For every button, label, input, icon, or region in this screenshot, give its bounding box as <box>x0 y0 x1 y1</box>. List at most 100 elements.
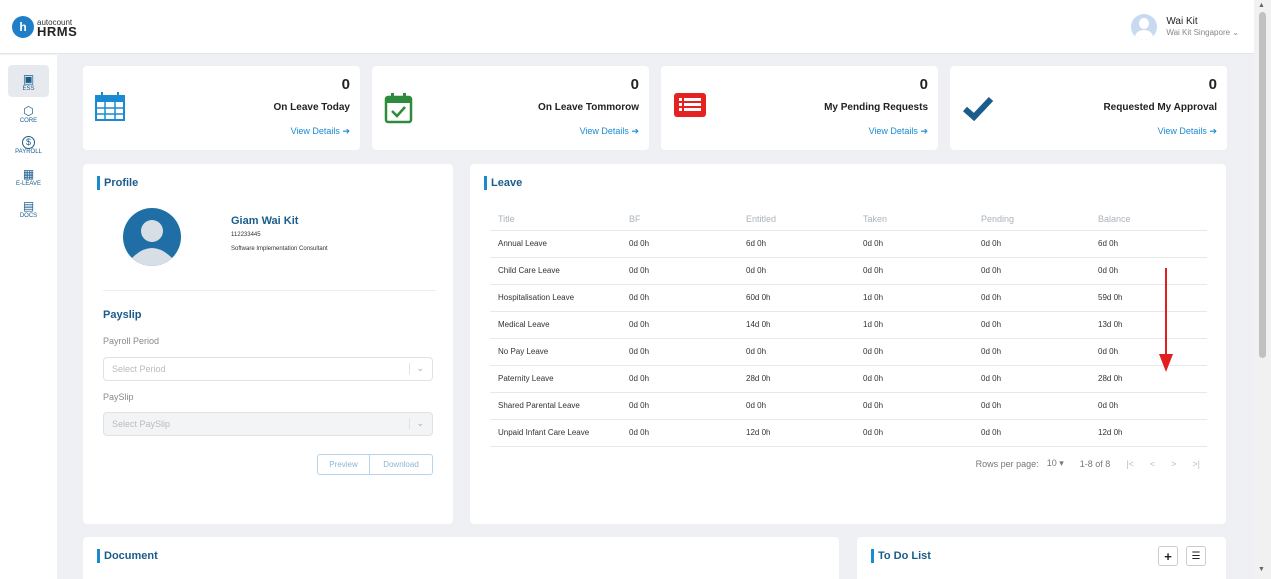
sidebar-item-docs[interactable]: ▤ DOCS <box>0 192 57 224</box>
sidebar-item-core[interactable]: ⬡ CORE <box>0 97 57 129</box>
stat-card-on-leave-today: 0 On Leave Today View Details ➔ <box>83 66 360 150</box>
calendar-icon: ▦ <box>22 167 35 181</box>
scroll-thumb[interactable] <box>1259 12 1266 358</box>
column-header[interactable]: Balance <box>1090 208 1207 231</box>
table-cell: 0d 0h <box>855 338 973 366</box>
column-header[interactable]: Title <box>490 208 621 231</box>
sidebar-item-label: ESS <box>22 86 35 92</box>
scroll-up-icon[interactable]: ▲ <box>1258 2 1265 9</box>
app-logo[interactable]: h autocount HRMS <box>12 16 77 38</box>
last-page-icon[interactable]: >| <box>1192 459 1200 469</box>
id-card-icon: ▣ <box>22 72 35 86</box>
preview-button[interactable]: Preview <box>317 454 370 475</box>
calendar-check-icon <box>384 93 413 124</box>
stat-value: 0 <box>919 76 928 93</box>
table-cell: 0d 0h <box>973 338 1090 366</box>
table-cell: 0d 0h <box>621 257 738 285</box>
page-range: 1-8 of 8 <box>1079 458 1111 469</box>
logo-mark: h <box>12 16 34 38</box>
payroll-period-select[interactable]: Select Period ⌄ <box>103 357 433 381</box>
table-row: Shared Parental Leave 0d 0h 0d 0h 0d 0h 0d 0… <box>490 392 1207 420</box>
table-cell: Medical Leave <box>490 311 621 339</box>
table-cell: 0d 0h <box>621 311 738 339</box>
sidebar-item-label: CORE <box>19 118 38 124</box>
divider <box>103 290 436 291</box>
list-icon: ☰ <box>1191 550 1201 562</box>
arrow-circle-icon: ➔ <box>1209 126 1217 136</box>
table-cell: 60d 0h <box>738 284 855 312</box>
table-cell: 0d 0h <box>1090 392 1207 420</box>
column-header[interactable]: Taken <box>855 208 973 231</box>
add-todo-button[interactable]: + <box>1158 546 1178 566</box>
stat-value: 0 <box>630 76 639 93</box>
document-icon: ▤ <box>22 199 35 213</box>
table-cell: 0d 0h <box>855 365 973 393</box>
table-cell: 0d 0h <box>1090 338 1207 366</box>
pagination: Rows per page: 10 ▾ 1-8 of 8 |< < > >| <box>976 458 1200 469</box>
view-details-link[interactable]: View Details ➔ <box>291 126 350 137</box>
plus-icon: + <box>1164 548 1172 564</box>
stat-label: On Leave Tommorow <box>538 102 639 113</box>
view-details-link[interactable]: View Details ➔ <box>580 126 639 137</box>
sidebar-item-payroll[interactable]: $ PAYROLL <box>0 129 57 160</box>
stat-card-pending-requests: 0 My Pending Requests View Details ➔ <box>661 66 938 150</box>
column-header[interactable]: Pending <box>973 208 1090 231</box>
table-cell: 0d 0h <box>973 419 1090 447</box>
stat-value: 0 <box>1208 76 1217 93</box>
user-name: Wai Kit <box>1166 16 1198 27</box>
table-cell: Shared Parental Leave <box>490 392 621 420</box>
table-cell: 0d 0h <box>738 338 855 366</box>
arrow-circle-icon: ➔ <box>920 126 928 136</box>
prev-page-icon[interactable]: < <box>1150 459 1155 469</box>
todo-title: To Do List <box>871 549 931 563</box>
table-cell: 13d 0h <box>1090 311 1207 339</box>
table-row: Hospitalisation Leave 0d 0h 60d 0h 1d 0h 0d … <box>490 284 1207 312</box>
sidebar-item-ess[interactable]: ▣ ESS <box>8 65 49 97</box>
download-button[interactable]: Download <box>370 454 433 475</box>
table-cell: 28d 0h <box>738 365 855 393</box>
table-cell: 0d 0h <box>621 419 738 447</box>
arrow-circle-icon: ➔ <box>342 126 350 136</box>
rows-per-page-select[interactable]: 10 ▾ <box>1047 458 1064 469</box>
sidebar: ▣ ESS ⬡ CORE $ PAYROLL ▦ E-LEAVE ▤ DOCS <box>0 55 57 579</box>
avatar <box>1131 14 1158 40</box>
table-cell: 0d 0h <box>621 338 738 366</box>
user-menu[interactable]: Wai Kit Wai Kit Singapore ⌄ <box>1131 14 1239 40</box>
table-row: Unpaid Infant Care Leave 0d 0h 12d 0h 0d 0h… <box>490 419 1207 447</box>
todo-list-button[interactable]: ☰ <box>1186 546 1206 566</box>
next-page-icon[interactable]: > <box>1171 459 1176 469</box>
rows-per-page-label: Rows per page: <box>975 458 1039 469</box>
table-cell: Annual Leave <box>490 230 621 258</box>
table-cell: 0d 0h <box>973 257 1090 285</box>
sidebar-item-label: DOCS <box>19 213 38 219</box>
table-cell: 12d 0h <box>1090 419 1207 447</box>
table-cell: 12d 0h <box>738 419 855 447</box>
chevron-down-icon: ⌄ <box>1232 28 1239 37</box>
view-details-link[interactable]: View Details ➔ <box>869 126 928 137</box>
leave-title: Leave <box>484 176 522 190</box>
payslip-select[interactable]: Select PaySlip ⌄ <box>103 412 433 436</box>
profile-position: Software Implementation Consultant <box>231 246 328 252</box>
column-header[interactable]: Entitled <box>738 208 855 231</box>
leave-card: Leave Title BF Entitled Taken Pending Ba… <box>470 164 1226 524</box>
column-header[interactable]: BF <box>621 208 738 231</box>
logo-big-text: HRMS <box>37 24 78 39</box>
payroll-period-label: Payroll Period <box>103 336 160 346</box>
table-cell: 0d 0h <box>973 365 1090 393</box>
table-cell: 0d 0h <box>973 311 1090 339</box>
table-cell: 6d 0h <box>1090 230 1207 258</box>
scroll-down-icon[interactable]: ▼ <box>1258 566 1265 573</box>
table-cell: No Pay Leave <box>490 338 621 366</box>
page-scrollbar[interactable]: ▲ ▼ <box>1254 0 1271 579</box>
leave-table: Title BF Entitled Taken Pending Balance … <box>490 208 1207 447</box>
view-details-link[interactable]: View Details ➔ <box>1158 126 1217 137</box>
table-cell: 0d 0h <box>621 365 738 393</box>
profile-avatar <box>123 208 181 266</box>
profile-name: Giam Wai Kit <box>231 215 299 227</box>
table-cell: 0d 0h <box>1090 257 1207 285</box>
first-page-icon[interactable]: |< <box>1126 459 1134 469</box>
document-card: Document <box>83 537 839 579</box>
table-cell: 0d 0h <box>855 230 973 258</box>
table-cell: Hospitalisation Leave <box>490 284 621 312</box>
sidebar-item-e-leave[interactable]: ▦ E-LEAVE <box>0 160 57 192</box>
